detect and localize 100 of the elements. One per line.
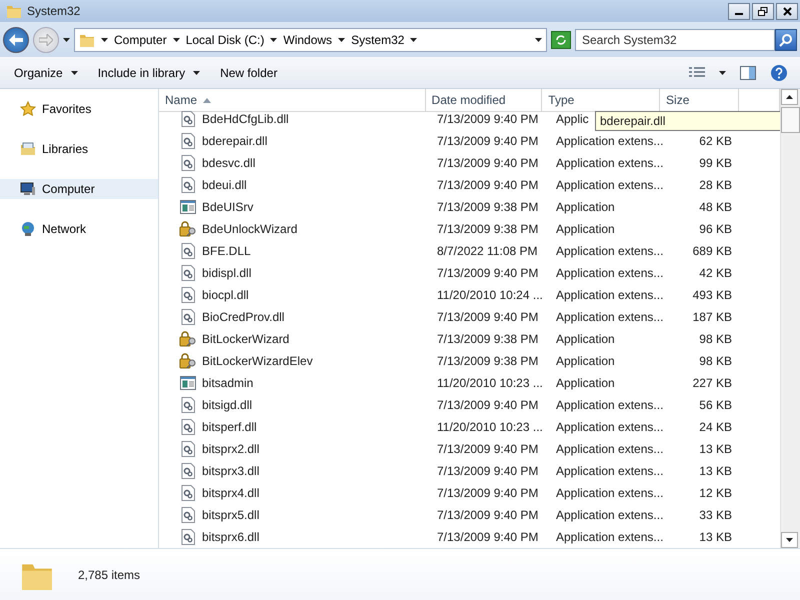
gear-file-icon	[181, 309, 195, 325]
date-cell: 11/20/2010 10:23 ...	[437, 376, 543, 390]
gear-file-icon	[181, 177, 195, 193]
size-cell: 42 KB	[699, 266, 732, 280]
file-name: BdeUnlockWizard	[202, 222, 298, 236]
down-arrow-icon	[786, 538, 793, 542]
scroll-down-button[interactable]	[781, 532, 798, 548]
date-cell: 7/13/2009 9:40 PM	[437, 266, 538, 280]
date-cell: 7/13/2009 9:40 PM	[437, 310, 538, 324]
minimize-button[interactable]	[728, 2, 750, 20]
file-name: bitsprx5.dll	[202, 508, 260, 522]
date-cell: 7/13/2009 9:40 PM	[437, 464, 538, 478]
type-cell: Application extens...	[556, 398, 664, 412]
file-name: BdeUISrv	[202, 200, 254, 214]
gear-file-icon	[181, 485, 195, 501]
breadcrumb[interactable]: System32	[351, 32, 418, 46]
size-cell: 689 KB	[692, 244, 732, 258]
sidebar-item[interactable]: Favorites	[0, 99, 158, 119]
file-name: bidispl.dll	[202, 266, 252, 280]
gear-file-icon	[181, 243, 195, 259]
breadcrumb[interactable]: Local Disk (C:)	[186, 32, 278, 46]
file-name: bitsprx4.dll	[202, 486, 260, 500]
toolbar-button[interactable]: Include in library	[92, 62, 206, 82]
date-cell: 7/13/2009 9:40 PM	[437, 486, 538, 500]
file-name: bitsperf.dll	[202, 420, 257, 434]
breadcrumb[interactable]: Computer	[114, 32, 180, 46]
size-cell: 13 KB	[699, 530, 732, 544]
caret-icon	[193, 70, 200, 74]
item-count: 2,785 items	[78, 568, 140, 582]
type-cell: Application extens...	[556, 530, 664, 544]
type-cell: Application extens...	[556, 244, 664, 258]
date-cell: 7/13/2009 9:40 PM	[437, 530, 538, 544]
gear-file-icon	[181, 133, 195, 149]
file-name: BioCredProv.dll	[202, 310, 284, 324]
date-cell: 8/7/2022 11:08 PM	[437, 244, 538, 258]
type-cell: Applic	[556, 112, 589, 126]
date-cell: 11/20/2010 10:24 ...	[437, 288, 543, 302]
date-cell: 7/13/2009 9:40 PM	[437, 178, 538, 192]
gear-file-icon	[181, 441, 195, 457]
caret-icon	[270, 38, 278, 42]
type-cell: Application extens...	[556, 134, 664, 148]
network-icon	[20, 221, 36, 237]
size-cell: 28 KB	[699, 178, 732, 192]
caret-icon	[172, 38, 180, 42]
preview-pane-icon[interactable]	[740, 66, 756, 80]
size-cell: 13 KB	[699, 442, 732, 456]
toolbar-button[interactable]: New folder	[214, 62, 284, 82]
file-name: biocpl.dll	[202, 288, 249, 302]
view-options-icon[interactable]	[689, 66, 705, 78]
type-cell: Application extens...	[556, 288, 664, 302]
tooltip: bderepair.dll	[595, 111, 780, 131]
gear-file-icon	[181, 265, 195, 281]
sidebar-item[interactable]: Computer	[0, 179, 158, 199]
type-cell: Application extens...	[556, 310, 664, 324]
search-field[interactable]: Search System32	[575, 28, 775, 50]
size-cell: 13 KB	[699, 464, 732, 478]
type-cell: Application extens...	[556, 464, 664, 478]
help-icon[interactable]	[770, 64, 788, 82]
date-cell: 11/20/2010 10:23 ...	[437, 420, 543, 434]
size-cell: 227 KB	[692, 376, 732, 390]
gear-file-icon	[181, 463, 195, 479]
size-cell: 24 KB	[699, 420, 732, 434]
sidebar-item[interactable]: Network	[0, 219, 158, 239]
size-cell: 98 KB	[699, 332, 732, 346]
size-cell: 187 KB	[692, 310, 732, 324]
caret-icon	[338, 38, 346, 42]
search-button[interactable]	[775, 28, 797, 50]
close-button[interactable]	[776, 2, 798, 20]
size-cell: 12 KB	[699, 486, 732, 500]
view-caret-icon	[719, 70, 726, 74]
date-cell: 7/13/2009 9:38 PM	[437, 332, 538, 346]
file-name: BdeHdCfgLib.dll	[202, 112, 289, 126]
date-cell: 7/13/2009 9:40 PM	[437, 398, 538, 412]
caret-icon	[410, 38, 418, 42]
size-cell: 56 KB	[699, 398, 732, 412]
type-cell: Application extens...	[556, 486, 664, 500]
file-name: BFE.DLL	[202, 244, 251, 258]
refresh-button[interactable]	[551, 30, 571, 48]
back-button[interactable]	[3, 26, 29, 52]
date-cell: 7/13/2009 9:40 PM	[437, 156, 538, 170]
forward-arrow-icon	[39, 34, 53, 46]
size-cell: 48 KB	[699, 200, 732, 214]
type-cell: Application	[556, 332, 615, 346]
restore-icon	[758, 6, 768, 16]
address-bar[interactable]: Computer Local Disk (C:) Windows System32	[74, 28, 547, 52]
restore-button[interactable]	[752, 2, 774, 20]
type-cell: Application extens...	[556, 420, 664, 434]
file-name: bitsigd.dll	[202, 398, 252, 412]
breadcrumb[interactable]: Windows	[283, 32, 346, 46]
date-cell: 7/13/2009 9:40 PM	[437, 112, 538, 126]
toolbar-button[interactable]: Organize	[8, 62, 84, 82]
file-name: bitsprx3.dll	[202, 464, 260, 478]
scrollbar-thumb[interactable]	[781, 107, 800, 133]
scroll-up-button[interactable]	[781, 89, 798, 105]
computer-icon	[20, 181, 36, 197]
refresh-icon	[555, 34, 567, 46]
size-cell: 33 KB	[699, 508, 732, 522]
sidebar-item[interactable]: Libraries	[0, 139, 158, 159]
date-cell: 7/13/2009 9:38 PM	[437, 222, 538, 236]
file-name: BitLockerWizard	[202, 332, 290, 346]
